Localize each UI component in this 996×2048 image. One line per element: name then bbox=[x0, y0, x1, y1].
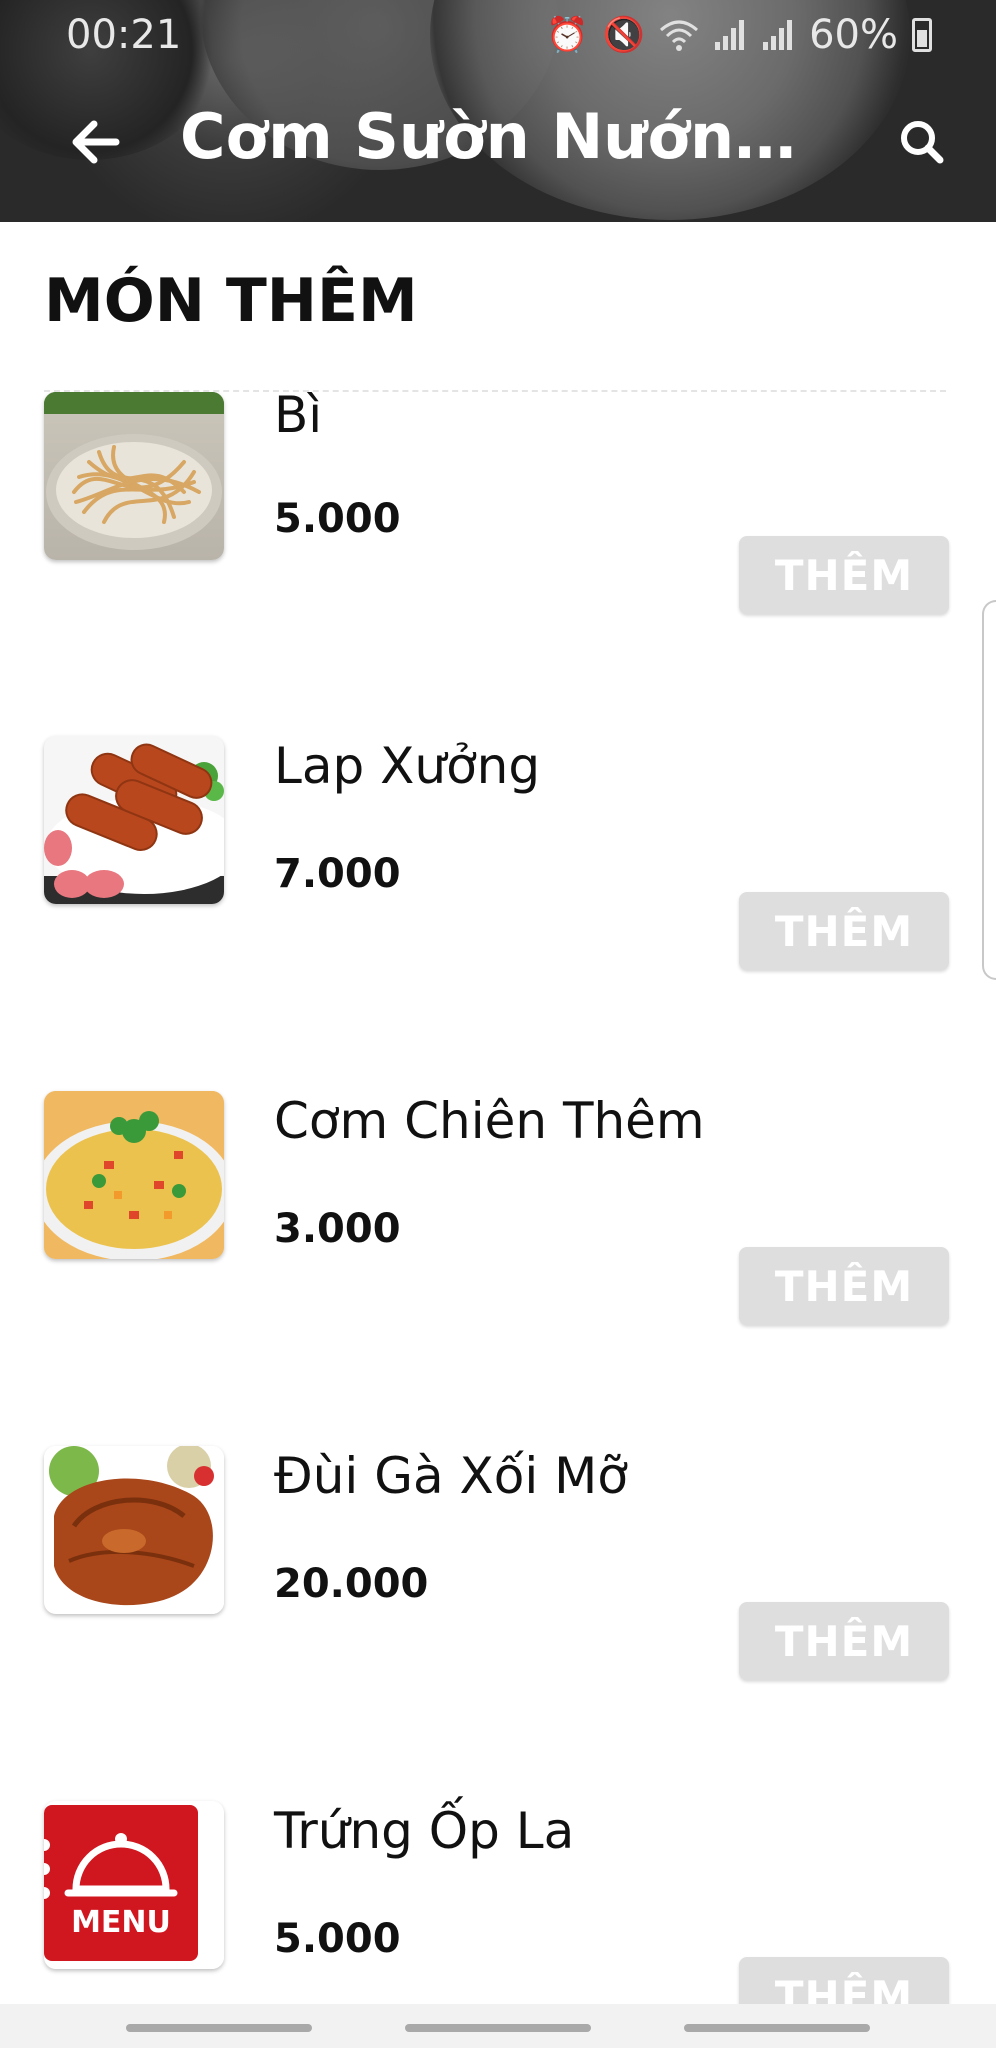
add-button[interactable]: THÊM bbox=[739, 1602, 949, 1680]
sausage-image bbox=[44, 736, 224, 904]
section-title: MÓN THÊM bbox=[44, 266, 418, 336]
item-price: 3.000 bbox=[274, 1206, 401, 1252]
arrow-left-icon bbox=[72, 120, 120, 164]
fried-rice-image bbox=[44, 1091, 224, 1259]
nav-recents-handle[interactable] bbox=[126, 2024, 312, 2032]
item-price: 20.000 bbox=[274, 1561, 429, 1607]
item-image bbox=[44, 736, 224, 904]
item-name: Bì bbox=[274, 386, 323, 444]
list-item[interactable]: Cơm Chiên Thêm 3.000 THÊM bbox=[0, 1086, 996, 1386]
item-price: 5.000 bbox=[274, 496, 401, 542]
list-item[interactable]: Bì 5.000 THÊM bbox=[0, 376, 996, 676]
nav-back-handle[interactable] bbox=[684, 2024, 870, 2032]
system-nav-bar bbox=[0, 2004, 996, 2048]
back-button[interactable] bbox=[64, 110, 128, 174]
scrollbar[interactable] bbox=[982, 600, 996, 980]
search-icon bbox=[901, 121, 944, 164]
item-image bbox=[44, 1446, 224, 1614]
app-screen: Bì 5.000 THÊM Lap Xưởng 7.000 THÊM Cơm C… bbox=[0, 0, 996, 2048]
status-icons: ⏰ 🔇 60% bbox=[546, 12, 932, 58]
add-button[interactable]: THÊM bbox=[739, 1247, 949, 1325]
signal-icon bbox=[763, 20, 793, 50]
item-name: Lap Xưởng bbox=[274, 737, 541, 795]
list-item[interactable]: Lap Xưởng 7.000 THÊM bbox=[0, 731, 996, 1031]
item-price: 7.000 bbox=[274, 851, 401, 897]
battery-percent: 60% bbox=[809, 12, 898, 58]
item-image bbox=[44, 1091, 224, 1259]
mute-icon: 🔇 bbox=[602, 15, 646, 55]
nav-home-handle[interactable] bbox=[405, 2024, 591, 2032]
app-header: 00:21 ⏰ 🔇 60% Cơm Sườn Nướng bbox=[0, 0, 996, 222]
status-time: 00:21 bbox=[66, 12, 182, 58]
signal-icon bbox=[715, 20, 745, 50]
list-item[interactable]: Đùi Gà Xối Mỡ 20.000 THÊM bbox=[0, 1441, 996, 1741]
battery-icon bbox=[912, 18, 932, 52]
item-image bbox=[44, 392, 224, 560]
alarm-icon: ⏰ bbox=[546, 15, 589, 55]
item-name: Đùi Gà Xối Mỡ bbox=[274, 1447, 628, 1505]
menu-placeholder-label: MENU bbox=[71, 1905, 171, 1940]
add-button[interactable]: THÊM bbox=[739, 892, 949, 970]
menu-placeholder-image bbox=[44, 1801, 224, 1969]
item-image: MENU bbox=[44, 1801, 224, 1969]
list-item[interactable]: MENU Trứng Ốp La 5.000 THÊM bbox=[0, 1796, 996, 2004]
item-price: 5.000 bbox=[274, 1916, 401, 1962]
divider bbox=[44, 390, 946, 392]
add-button[interactable]: THÊM bbox=[739, 536, 949, 614]
fried-chicken-image bbox=[44, 1446, 224, 1614]
item-name: Cơm Chiên Thêm bbox=[274, 1092, 705, 1150]
page-title: Cơm Sườn Nướng 1... bbox=[180, 100, 800, 173]
status-bar: 00:21 ⏰ 🔇 60% bbox=[0, 0, 996, 70]
item-name: Trứng Ốp La bbox=[274, 1802, 575, 1860]
search-button[interactable] bbox=[892, 112, 952, 172]
add-button[interactable]: THÊM bbox=[739, 1957, 949, 2004]
shredded-pork-skin-image bbox=[44, 392, 224, 550]
toolbar: Cơm Sườn Nướng 1... bbox=[0, 92, 996, 192]
wifi-icon bbox=[660, 20, 699, 51]
